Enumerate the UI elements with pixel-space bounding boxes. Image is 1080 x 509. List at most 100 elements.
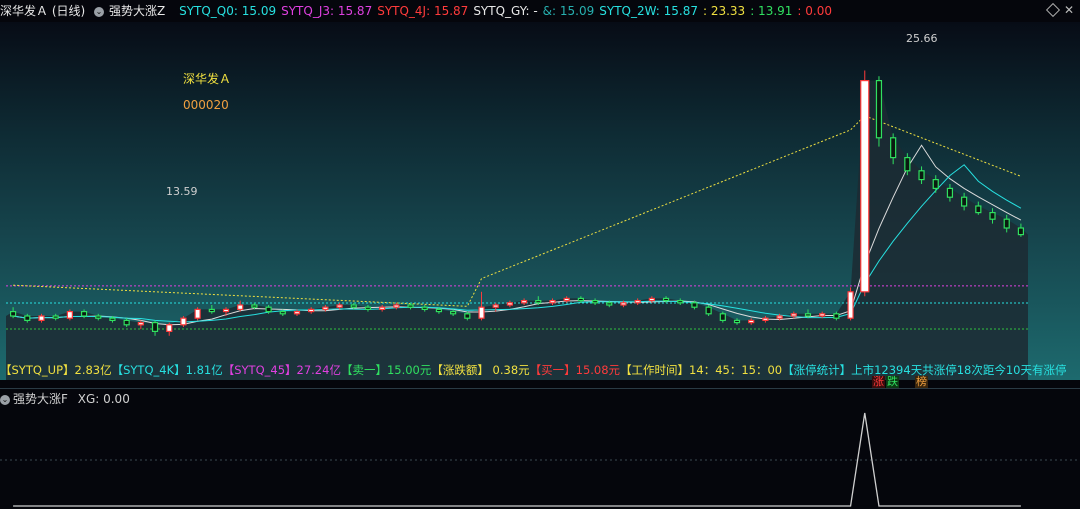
- status-segment-5: 【买一】15.08元: [529, 363, 621, 377]
- candle-body: [1003, 218, 1010, 229]
- indicator-value-7: : 13.91: [750, 4, 793, 18]
- candle-body: [932, 179, 939, 190]
- candle-body: [634, 300, 641, 304]
- candle-body: [421, 306, 428, 311]
- candle-body: [123, 319, 130, 326]
- candle-body: [961, 196, 968, 207]
- candle-body: [762, 317, 769, 322]
- candle-body: [591, 300, 599, 304]
- candle-body: [222, 308, 230, 313]
- candlestick-chart[interactable]: [0, 22, 1080, 380]
- price-area: [6, 80, 1028, 380]
- candle-body: [563, 297, 570, 302]
- candle-body: [946, 187, 954, 198]
- chevron-down-icon[interactable]: ⌄: [94, 6, 105, 17]
- candle-body: [208, 308, 215, 313]
- candle-body: [350, 304, 357, 308]
- candle-body: [109, 317, 116, 322]
- candle-body: [506, 302, 514, 306]
- indicator-value-8: : 0.00: [797, 4, 832, 18]
- badge-1[interactable]: 跌: [886, 376, 899, 388]
- candle-body: [719, 313, 726, 321]
- status-segment-6: 【工作时间】14：45：15：00: [620, 363, 783, 377]
- candle-body: [265, 306, 272, 313]
- sub-indicator-pane[interactable]: [0, 408, 1080, 509]
- pane-divider[interactable]: [0, 388, 1080, 389]
- candle-body: [52, 315, 59, 319]
- indicator-value-6: : 23.33: [702, 4, 746, 18]
- indicator-value-1: SYTQ_J3: 15.87: [281, 4, 373, 18]
- candle-body: [336, 304, 343, 308]
- stock-title[interactable]: 深华发Ａ (日线): [0, 0, 85, 22]
- sub-indicator-value: XG: 0.00: [77, 392, 130, 406]
- stock-name-label: 深华发Ａ: [183, 72, 232, 86]
- candle-body: [918, 170, 925, 181]
- candle-body: [790, 313, 797, 317]
- candle-body: [705, 306, 712, 315]
- candle-body: [860, 79, 870, 293]
- candle-body: [549, 300, 556, 304]
- status-segment-3: 【卖一】15.00元: [340, 363, 432, 377]
- badge-2[interactable]: 榜: [915, 376, 928, 388]
- candle-body: [38, 315, 45, 322]
- low-price-label: 13.59: [166, 185, 198, 198]
- chart-header: 深华发Ａ (日线) ⌄ 强势大涨Z SYTQ_Q0: 15.09 SYTQ_J3: …: [0, 0, 1080, 22]
- candle-body: [620, 302, 627, 306]
- candle-body: [95, 315, 102, 319]
- badge-0[interactable]: 涨: [872, 376, 885, 388]
- candle-body: [989, 212, 996, 220]
- candle-body: [748, 319, 755, 324]
- candle-body: [322, 306, 329, 311]
- indicator-value-5: SYTQ_2W: 15.87: [599, 4, 698, 18]
- candle-body: [24, 315, 31, 322]
- status-segment-1: 【SYTQ_4K】1.81亿: [111, 363, 223, 377]
- candle-body: [194, 308, 201, 319]
- indicator-value-3: SYTQ_GY: -: [473, 4, 538, 18]
- candle-body: [435, 308, 443, 313]
- candle-body: [804, 313, 812, 317]
- status-segment-4: 【涨跌额】 0.38元: [431, 363, 530, 377]
- candle-body: [535, 300, 542, 304]
- candle-body: [251, 304, 258, 308]
- indicator-toggle[interactable]: ⌄ 强势大涨Z: [94, 0, 170, 22]
- stock-code-label: 000020: [183, 98, 229, 112]
- candle-body: [166, 324, 173, 332]
- candle-body: [520, 300, 528, 304]
- candle-body: [151, 322, 159, 333]
- candle-body: [407, 304, 414, 308]
- candle-body: [364, 306, 372, 311]
- candle-body: [464, 313, 471, 319]
- candle-body: [833, 313, 840, 319]
- candle-body: [180, 317, 187, 326]
- candle-body: [492, 304, 499, 308]
- indicator-value-4: &: 15.09: [542, 4, 595, 18]
- candle-body: [237, 304, 244, 311]
- candle-body: [66, 311, 73, 319]
- sub-indicator-chart[interactable]: [0, 408, 1080, 509]
- candle-body: [478, 306, 485, 319]
- indicator-name: 强势大涨Z: [109, 4, 166, 18]
- candle-body: [890, 137, 897, 159]
- candle-body: [904, 157, 911, 172]
- sub-indicator-name[interactable]: 强势大涨F: [13, 392, 68, 406]
- candle-body: [677, 300, 684, 304]
- chevron-down-icon[interactable]: ⌄: [0, 394, 10, 405]
- candle-body: [847, 291, 854, 319]
- candle-body: [379, 306, 386, 311]
- candle-body: [648, 297, 655, 302]
- candle-body: [776, 315, 783, 319]
- candle-body: [450, 311, 457, 315]
- candle-body: [308, 308, 315, 313]
- candle-body: [819, 313, 826, 317]
- main-chart-pane[interactable]: 深华发Ａ 000020 25.66 13.59: [0, 22, 1080, 380]
- candle-body: [875, 79, 883, 139]
- candle-body: [691, 302, 698, 308]
- candle-body: [9, 311, 17, 317]
- indicator-values: SYTQ_Q0: 15.09 SYTQ_J3: 15.87 SYTQ_4J: 15.…: [179, 0, 837, 22]
- close-icon[interactable]: ✕: [1064, 3, 1074, 17]
- candle-body: [393, 304, 400, 308]
- candle-body: [577, 297, 584, 302]
- status-segment-2: 【SYTQ_45】27.24亿: [222, 363, 341, 377]
- candle-body: [137, 322, 144, 326]
- candle-body: [975, 205, 982, 214]
